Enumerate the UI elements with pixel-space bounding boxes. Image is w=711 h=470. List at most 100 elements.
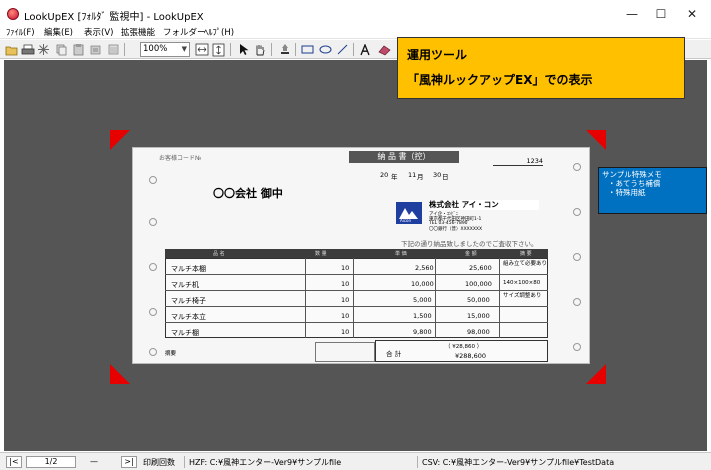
pointer-icon[interactable] bbox=[235, 42, 250, 57]
document-title: 納 品 書（控） bbox=[349, 151, 459, 163]
ellipse-icon[interactable] bbox=[318, 42, 333, 57]
sparkle-icon[interactable] bbox=[36, 42, 51, 57]
zoom-value: 100% bbox=[143, 44, 168, 54]
header-price: 単 価 bbox=[395, 251, 407, 257]
stamp-box bbox=[315, 342, 375, 362]
hand-icon[interactable] bbox=[252, 42, 267, 57]
row-2-amount: 100,000 bbox=[465, 280, 492, 288]
tractor-hole bbox=[149, 308, 157, 316]
row-4-price: 1,500 bbox=[413, 312, 432, 320]
row-3-amount: 50,000 bbox=[467, 296, 490, 304]
printer-icon[interactable] bbox=[20, 42, 35, 57]
hzf-path: HZF: C:¥風神エンター-Ver9¥サンプルfile bbox=[189, 458, 342, 467]
delivery-message: 下記の通り納品致しましたのでご査収下さい。 bbox=[401, 240, 538, 248]
tractor-hole bbox=[149, 176, 157, 184]
date-day: 30 bbox=[433, 171, 442, 179]
tractor-hole bbox=[573, 343, 581, 351]
menu-edit[interactable]: 編集(E) bbox=[44, 26, 73, 38]
eraser-icon[interactable] bbox=[377, 42, 392, 57]
menu-extensions[interactable]: 拡張機能 bbox=[121, 26, 155, 38]
row-2-item: マルチ机 bbox=[171, 281, 199, 289]
fit-height-icon[interactable] bbox=[211, 42, 226, 57]
menu-file[interactable]: ﾌｧｲﾙ(F) bbox=[6, 26, 35, 38]
annotation-callout: 運用ツール 「風神ルックアップEX」での表示 bbox=[397, 37, 685, 99]
company-bank: 〇〇銀行（普）XXXXXXX bbox=[429, 227, 483, 232]
open-folder-icon[interactable] bbox=[4, 42, 19, 57]
header-amount: 金 額 bbox=[465, 251, 477, 257]
corner-marker-top-left bbox=[110, 130, 130, 150]
row-5-item: マルチ棚 bbox=[171, 329, 199, 337]
remarks-label: 摘要 bbox=[165, 351, 177, 357]
header-remarks: 摘 要 bbox=[520, 251, 532, 257]
toolbar-separator bbox=[353, 43, 354, 56]
copy-icon[interactable] bbox=[54, 42, 69, 57]
row-2-note: 140×100×80 bbox=[503, 280, 541, 286]
stamp-icon[interactable] bbox=[88, 42, 103, 57]
date-day-unit: 日 bbox=[442, 173, 449, 181]
corner-marker-bottom-right bbox=[586, 364, 606, 384]
form-code-label: お客様コード№ bbox=[159, 155, 202, 162]
row-2-price: 10,000 bbox=[411, 280, 434, 288]
memo-item: ・あてうち補償 bbox=[608, 179, 661, 188]
row-4-amount: 15,000 bbox=[467, 312, 490, 320]
row-3-item: マルチ椅子 bbox=[171, 297, 206, 305]
corner-marker-bottom-left bbox=[110, 364, 130, 384]
menu-view[interactable]: 表示(V) bbox=[84, 26, 113, 38]
paste-icon[interactable] bbox=[71, 42, 86, 57]
row-5-qty: 10 bbox=[341, 328, 350, 336]
total-label: 合 計 bbox=[386, 350, 402, 358]
company-name: 株式会社 アイ・コン bbox=[429, 200, 539, 210]
csv-path: CSV: C:¥風神エンター-Ver9¥サンプルfile¥TestData bbox=[422, 458, 615, 467]
table-col-rule bbox=[499, 258, 500, 338]
last-page-button[interactable]: >| bbox=[121, 456, 137, 468]
memo-item: ・特殊用紙 bbox=[608, 188, 646, 197]
page-indicator[interactable]: 1/2 bbox=[26, 456, 76, 468]
callout-line-2: 「風神ルックアップEX」での表示 bbox=[407, 73, 593, 87]
header-item: 品 名 bbox=[213, 251, 225, 257]
print-count-label: 印刷回数 bbox=[143, 458, 175, 467]
toolbar-separator bbox=[230, 43, 231, 56]
tax-amount: （ ¥28,860 ） bbox=[445, 344, 483, 350]
text-tool-icon[interactable] bbox=[357, 42, 372, 57]
table-header: 品 名 数 量 単 価 金 額 摘 要 bbox=[165, 249, 548, 258]
toolbar-separator bbox=[124, 43, 125, 56]
row-2-qty: 10 bbox=[341, 280, 350, 288]
row-5-amount: 98,000 bbox=[467, 328, 490, 336]
line-icon[interactable] bbox=[335, 42, 350, 57]
row-1-price: 2,560 bbox=[415, 264, 434, 272]
status-divider bbox=[417, 456, 418, 468]
tractor-hole bbox=[149, 263, 157, 271]
table-col-rule bbox=[353, 258, 354, 338]
menu-folder[interactable]: フォルダー bbox=[163, 26, 206, 38]
table-rule bbox=[165, 322, 548, 323]
table-rule bbox=[165, 274, 548, 275]
first-page-button[interactable]: |< bbox=[6, 456, 22, 468]
app-icon bbox=[7, 8, 19, 20]
recipient-name: 〇〇会社 御中 bbox=[213, 187, 283, 200]
tractor-hole bbox=[149, 218, 157, 226]
rectangle-icon[interactable] bbox=[300, 42, 315, 57]
menu-help[interactable]: ﾍﾙﾌﾟ(H) bbox=[204, 26, 234, 38]
memo-note[interactable]: サンプル特殊メモ ・あてうち補償 ・特殊用紙 bbox=[598, 167, 707, 214]
status-divider bbox=[184, 456, 185, 468]
date-month-unit: 月 bbox=[417, 173, 424, 181]
tractor-hole bbox=[573, 163, 581, 171]
table-rule bbox=[165, 290, 548, 291]
toolbar-separator bbox=[271, 43, 272, 56]
table-rule bbox=[165, 306, 548, 307]
logo-text: Aicon bbox=[400, 218, 412, 223]
fit-width-icon[interactable] bbox=[194, 42, 209, 57]
date-month: 11 bbox=[408, 171, 417, 179]
batch-print-icon[interactable] bbox=[106, 42, 121, 57]
row-4-item: マルチ本立 bbox=[171, 313, 206, 321]
stamp-tool-icon[interactable] bbox=[277, 42, 292, 57]
memo-title: サンプル特殊メモ bbox=[602, 170, 662, 179]
delivery-slip-document: お客様コード№ 納 品 書（控） 1234 20 年 11 月 30 日 〇〇会… bbox=[132, 147, 590, 364]
company-logo: Aicon bbox=[396, 202, 422, 224]
tractor-hole bbox=[573, 208, 581, 216]
table-col-rule bbox=[435, 258, 436, 338]
row-4-qty: 10 bbox=[341, 312, 350, 320]
zoom-select[interactable]: 100% ▼ bbox=[140, 42, 190, 57]
page-slider[interactable]: — bbox=[90, 457, 98, 466]
date-year: 20 bbox=[380, 171, 389, 179]
